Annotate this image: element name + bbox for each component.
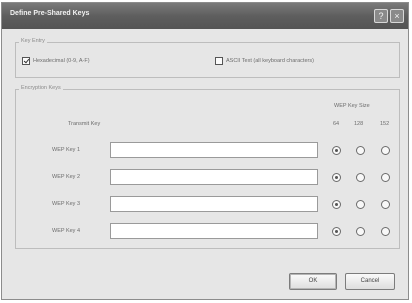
wep-key-4-size-152-radio[interactable] <box>381 227 390 236</box>
wep-key-1-size-128-radio[interactable] <box>356 146 365 155</box>
wep-key-1-size-64-radio[interactable] <box>332 146 341 155</box>
cancel-button[interactable]: Cancel <box>345 273 395 290</box>
wep-key-2-input[interactable] <box>110 169 318 185</box>
wep-key-3-input[interactable] <box>110 196 318 212</box>
wep-key-1-input[interactable] <box>110 142 318 158</box>
wep-key-4-input[interactable] <box>110 223 318 239</box>
wep-key-size-header: WEP Key Size <box>334 103 370 109</box>
wep-key-3-size-128-radio[interactable] <box>356 200 365 209</box>
dialog-title: Define Pre-Shared Keys <box>10 10 90 17</box>
wep-key-3-size-152-radio[interactable] <box>381 200 390 209</box>
wep-key-2-size-152-radio[interactable] <box>381 173 390 182</box>
hexadecimal-label: Hexadecimal (0-9, A-F) <box>33 58 90 64</box>
wep-key-4-size-64-radio[interactable] <box>332 227 341 236</box>
encryption-keys-legend: Encryption Keys <box>19 85 63 91</box>
wep-key-2-size-64-radio[interactable] <box>332 173 341 182</box>
wep-key-2-size-128-radio[interactable] <box>356 173 365 182</box>
wep-key-3-label: WEP Key 3 <box>52 201 81 207</box>
close-button[interactable]: × <box>390 9 404 23</box>
key-entry-legend: Key Entry <box>19 38 47 44</box>
title-bar[interactable]: Define Pre-Shared Keys ? × <box>2 3 408 29</box>
wep-key-1-label: WEP Key 1 <box>52 147 81 153</box>
wep-key-3-size-64-radio[interactable] <box>332 200 341 209</box>
ascii-text-label: ASCII Text (all keyboard characters) <box>226 58 314 64</box>
size-152-header: 152 <box>380 121 390 127</box>
help-button[interactable]: ? <box>374 9 388 23</box>
wep-key-2-label: WEP Key 2 <box>52 174 81 180</box>
transmit-key-header: Transmit Key <box>68 121 101 127</box>
hexadecimal-checkbox[interactable] <box>22 57 30 65</box>
wep-key-1-size-152-radio[interactable] <box>381 146 390 155</box>
ok-button[interactable]: OK <box>289 273 337 290</box>
ascii-text-checkbox[interactable] <box>215 57 223 65</box>
size-128-header: 128 <box>354 121 364 127</box>
wep-key-4-label: WEP Key 4 <box>52 228 81 234</box>
size-64-header: 64 <box>333 121 340 127</box>
wep-key-4-size-128-radio[interactable] <box>356 227 365 236</box>
